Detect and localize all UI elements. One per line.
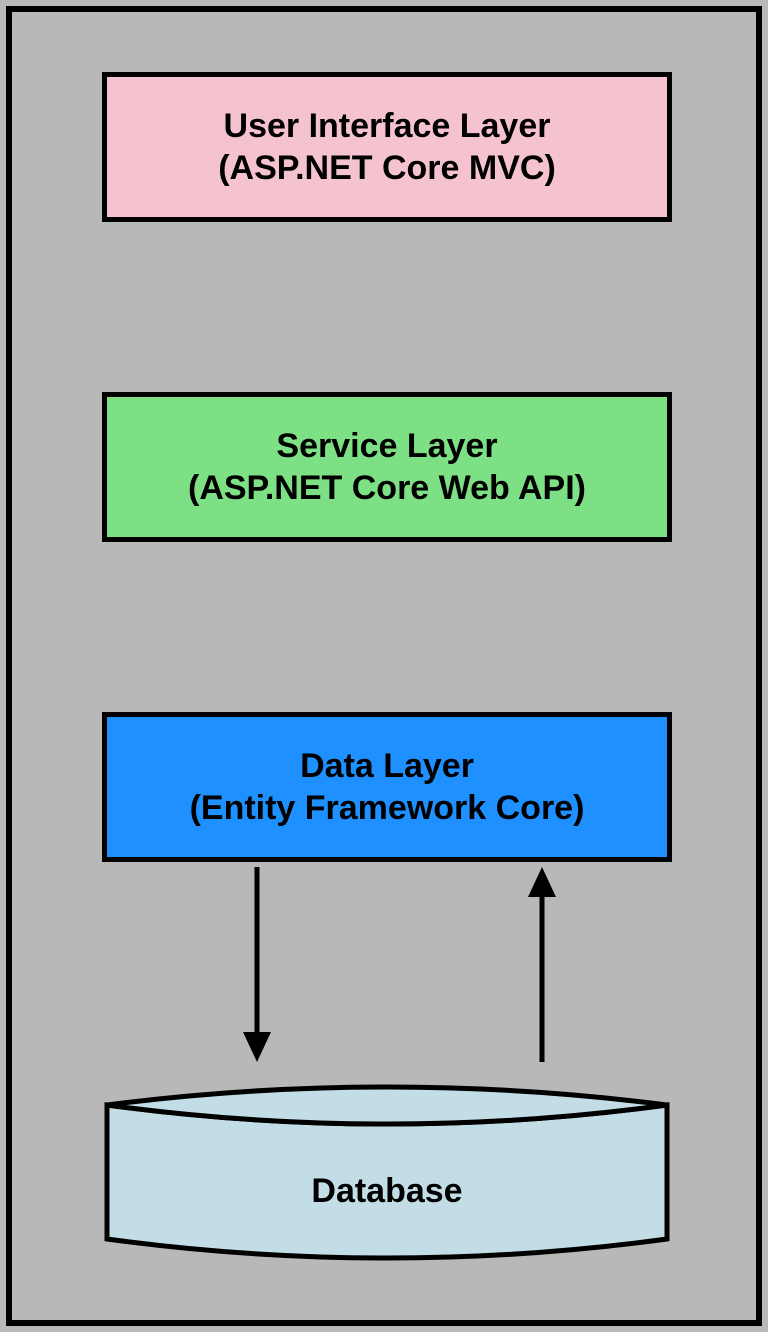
service-layer-title: Service Layer bbox=[276, 425, 497, 468]
database-label: Database bbox=[102, 1172, 672, 1211]
service-layer-box: Service Layer (ASP.NET Core Web API) bbox=[102, 392, 672, 542]
arrow-down-icon bbox=[237, 867, 277, 1062]
data-layer-box: Data Layer (Entity Framework Core) bbox=[102, 712, 672, 862]
diagram-container: User Interface Layer (ASP.NET Core MVC) … bbox=[6, 6, 762, 1326]
ui-layer-title: User Interface Layer bbox=[224, 105, 551, 148]
data-layer-title: Data Layer bbox=[300, 745, 474, 788]
data-layer-subtitle: (Entity Framework Core) bbox=[190, 787, 585, 830]
service-layer-subtitle: (ASP.NET Core Web API) bbox=[188, 467, 586, 510]
arrow-up-icon bbox=[522, 867, 562, 1062]
ui-layer-subtitle: (ASP.NET Core MVC) bbox=[218, 147, 556, 190]
database-cylinder: Database bbox=[102, 1077, 672, 1267]
ui-layer-box: User Interface Layer (ASP.NET Core MVC) bbox=[102, 72, 672, 222]
